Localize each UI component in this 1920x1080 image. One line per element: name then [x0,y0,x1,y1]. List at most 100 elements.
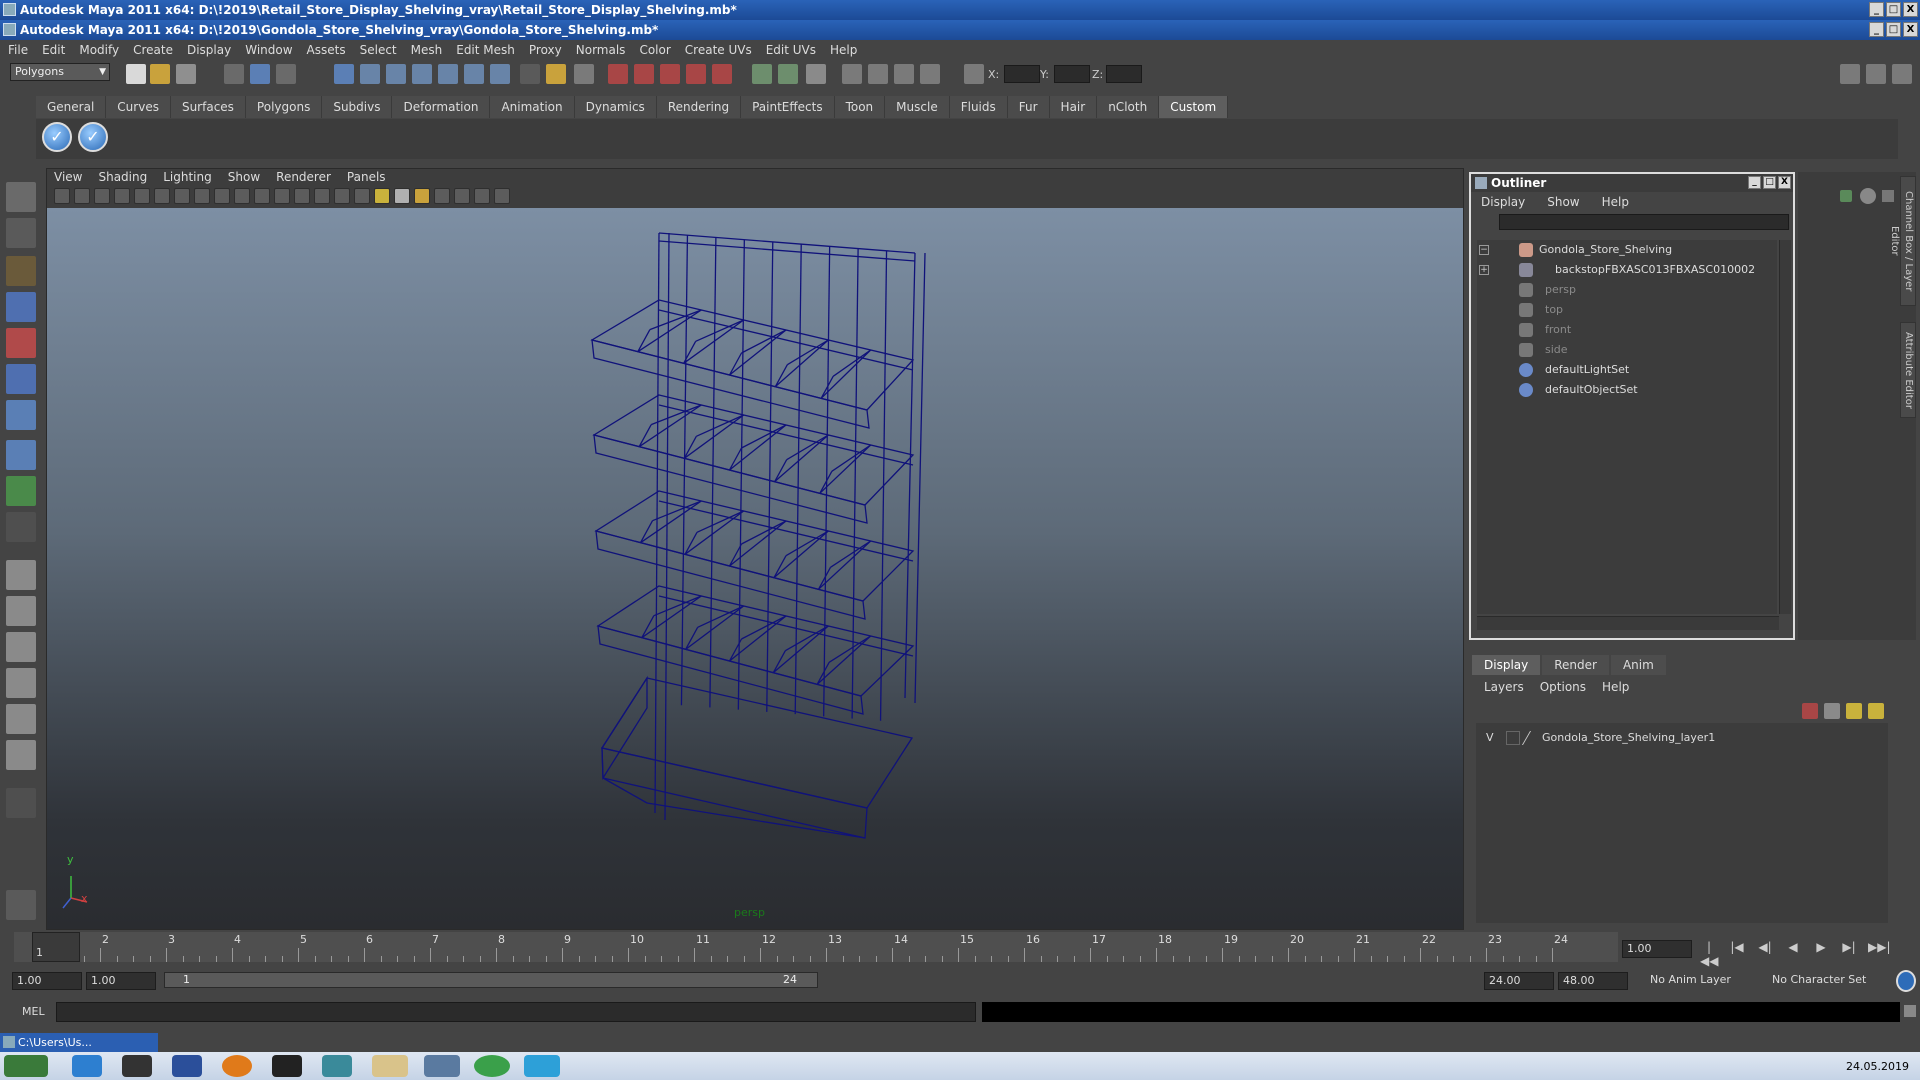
menu-proxy[interactable]: Proxy [529,43,562,57]
layer-color-swatch[interactable] [1521,731,1541,745]
viewport-menu-renderer[interactable]: Renderer [276,170,331,184]
menu-window[interactable]: Window [245,43,292,57]
time-slider[interactable]: 123456789101112131415161718192021222324 … [14,932,1618,962]
file-explorer-icon[interactable] [372,1055,408,1077]
help-icon[interactable] [520,64,540,84]
soft-mod-tool-icon[interactable] [6,440,36,470]
close-button[interactable]: X [1903,2,1918,17]
menu-color[interactable]: Color [639,43,670,57]
viewport-menu-lighting[interactable]: Lighting [163,170,212,184]
y-field[interactable] [1054,65,1090,83]
firefox-icon[interactable] [222,1055,252,1077]
safe-title-icon[interactable] [274,188,290,204]
menu-create[interactable]: Create [133,43,173,57]
attribute-icon[interactable] [920,64,940,84]
menu-edit-mesh[interactable]: Edit Mesh [456,43,515,57]
taskbar-app-icon[interactable] [172,1055,202,1077]
outliner-vertical-scrollbar[interactable] [1779,240,1791,614]
taskbar-app-icon[interactable] [322,1055,352,1077]
snap-curve-icon[interactable] [360,64,380,84]
textured-icon[interactable] [354,188,370,204]
outliner-menu-show[interactable]: Show [1547,195,1579,209]
transform-field-icon[interactable] [964,64,984,84]
tab-curves[interactable]: Curves [106,96,171,118]
input-line-icon[interactable] [752,64,772,84]
xray-joints-icon[interactable] [474,188,490,204]
minimize-button[interactable]: _ [1869,2,1884,17]
taskbar-app-icon[interactable] [122,1055,152,1077]
tab-fur[interactable]: Fur [1007,96,1050,118]
render-layer-icon[interactable] [868,64,888,84]
xray-components-icon[interactable] [494,188,510,204]
camera-lock-icon[interactable] [74,188,90,204]
layer-playback-toggle[interactable] [1506,731,1520,745]
select-tool-icon[interactable] [6,182,36,212]
play-backwards-icon[interactable]: ◀ [1784,940,1802,954]
command-input[interactable] [56,1002,976,1022]
open-scene-icon[interactable] [150,64,170,84]
outliner-item[interactable]: defaultObjectSet [1477,380,1777,400]
toggle-tool-settings-icon[interactable] [1866,64,1886,84]
move-tool-icon[interactable] [6,292,36,322]
render-view-icon[interactable] [712,64,732,84]
lasso-tool-icon[interactable] [6,218,36,248]
viewport-menu-show[interactable]: Show [228,170,260,184]
title-bar-back-window[interactable]: Autodesk Maya 2011 x64: D:\!2019\Retail_… [0,0,1920,20]
hypershade-icon[interactable] [686,64,706,84]
tab-hair[interactable]: Hair [1049,96,1098,118]
taskbar-app-icon[interactable] [72,1055,102,1077]
save-scene-icon[interactable] [176,64,196,84]
tab-general[interactable]: General [36,96,107,118]
single-perspective-layout-icon[interactable] [6,560,36,590]
layout-options-icon[interactable] [6,788,36,818]
move-layer-up-icon[interactable] [1846,703,1862,719]
menu-create-uvs[interactable]: Create UVs [685,43,752,57]
layer-visibility-toggle[interactable]: V [1486,728,1494,748]
tab-attribute-editor[interactable]: Attribute Editor [1900,322,1916,418]
outliner-menu-help[interactable]: Help [1602,195,1629,209]
close-button[interactable]: X [1778,176,1791,189]
image-plane-icon[interactable] [114,188,130,204]
outliner-item[interactable]: persp [1477,280,1777,300]
tab-animation[interactable]: Animation [490,96,575,118]
default-light-icon[interactable] [374,188,390,204]
viewport-menu-view[interactable]: View [54,170,82,184]
outliner-item[interactable]: − Gondola_Store_Shelving [1477,240,1777,260]
persp-graph-layout-icon[interactable] [6,668,36,698]
isolate-select-icon[interactable] [434,188,450,204]
tab-render-layers[interactable]: Render [1542,655,1609,675]
move-layer-down-icon[interactable] [1868,703,1884,719]
command-language-label[interactable]: MEL [22,1005,45,1018]
shadows-icon[interactable] [414,188,430,204]
script-editor-icon[interactable] [1904,1005,1916,1017]
close-button[interactable]: X [1903,22,1918,37]
wireframe-icon[interactable] [294,188,310,204]
snap-point-icon[interactable] [386,64,406,84]
menu-normals[interactable]: Normals [576,43,626,57]
menu-help[interactable]: Help [830,43,857,57]
maximize-button[interactable]: □ [1763,176,1776,189]
all-lights-icon[interactable] [394,188,410,204]
hypershade-layout-icon[interactable] [6,704,36,734]
resolution-gate-icon[interactable] [194,188,210,204]
layer-menu-layers[interactable]: Layers [1484,680,1524,694]
make-live-icon[interactable] [438,64,458,84]
input-output-icon[interactable] [464,64,484,84]
menu-display[interactable]: Display [187,43,231,57]
outliner-horizontal-scrollbar[interactable] [1477,616,1779,630]
skype-icon[interactable] [524,1055,560,1077]
tab-toon[interactable]: Toon [834,96,886,118]
outliner-filter-field[interactable] [1499,214,1789,230]
snap-grid-icon[interactable] [334,64,354,84]
rotate-tool-icon[interactable] [6,328,36,358]
chrome-icon[interactable] [474,1055,510,1077]
auto-key-icon[interactable] [1896,970,1916,992]
viewport-canvas[interactable]: y x [47,208,1463,929]
tab-dynamics[interactable]: Dynamics [574,96,657,118]
viewport-menu-panels[interactable]: Panels [347,170,386,184]
shelf-check-icon[interactable]: ✓ [42,122,72,152]
shelf-check-icon[interactable]: ✓ [78,122,108,152]
outliner-menu-display[interactable]: Display [1481,195,1525,209]
channel-settings-icon[interactable] [1860,188,1876,204]
persp-outliner-layout-icon[interactable] [6,632,36,662]
